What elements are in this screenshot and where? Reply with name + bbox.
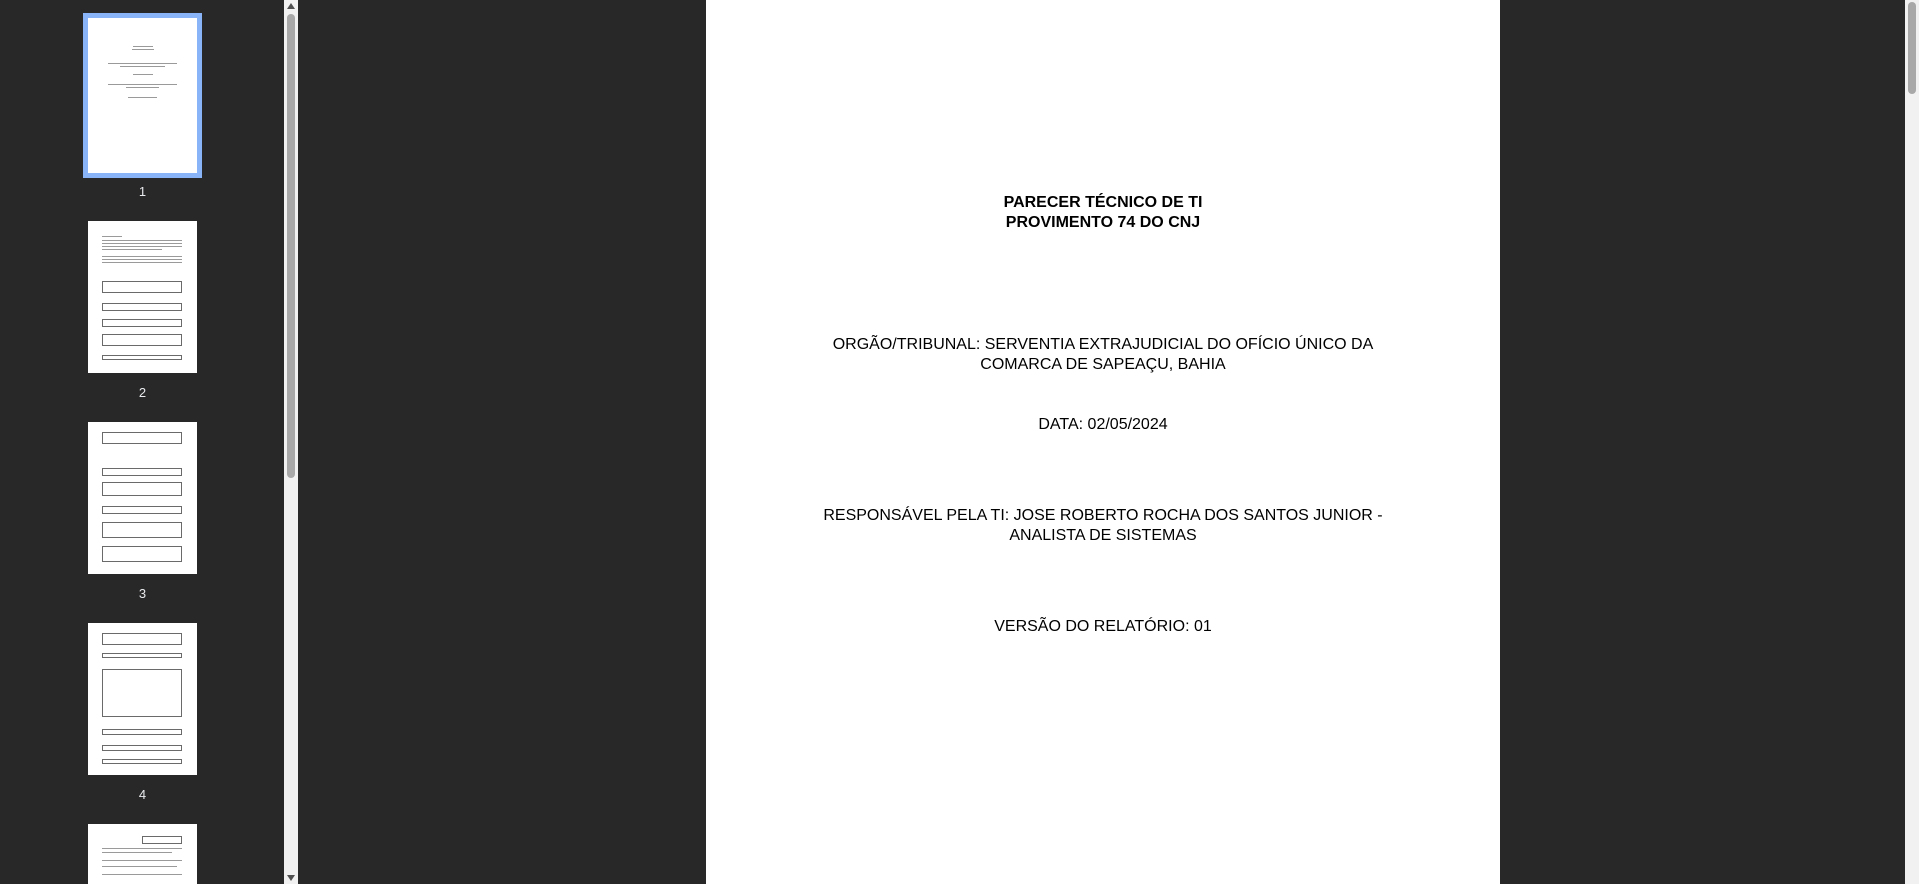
sidebar-scrollbar-thumb[interactable] [287,14,295,478]
sidebar-scrollbar[interactable] [284,0,298,884]
scroll-down-arrow-icon[interactable] [287,875,295,881]
document-view: PARECER TÉCNICO DE TI PROVIMENTO 74 DO C… [298,0,1905,884]
responsavel-line1: RESPONSÁVEL PELA TI: JOSE ROBERTO ROCHA … [823,507,1383,524]
orgao-line2: COMARCA DE SAPEAÇU, BAHIA [980,356,1226,373]
document-page-1: PARECER TÉCNICO DE TI PROVIMENTO 74 DO C… [706,0,1500,884]
page-number-label: 1 [138,184,147,199]
orgao-line1: ORGÃO/TRIBUNAL: SERVENTIA EXTRAJUDICIAL … [832,336,1374,353]
responsavel-line2: ANALISTA DE SISTEMAS [1009,527,1197,544]
page-thumbnail-5[interactable] [88,824,197,884]
document-title-line2: PROVIMENTO 74 DO CNJ [1005,214,1201,231]
page-thumbnail-3[interactable] [88,422,197,574]
main-scrollbar-thumb[interactable] [1908,2,1916,94]
main-scrollbar[interactable] [1905,0,1919,884]
scroll-up-arrow-icon[interactable] [287,3,295,9]
pdf-viewer: 1 2 3 4 PARECER TÉCNICO DE TI PROVIMENTO… [0,0,1919,884]
page-number-label: 4 [138,787,147,802]
date-text: DATA: 02/05/2024 [1038,416,1168,433]
versao-text: VERSÃO DO RELATÓRIO: 01 [994,618,1212,635]
page-thumbnail-4[interactable] [88,623,197,775]
page-number-label: 3 [138,586,147,601]
page-thumbnail-2[interactable] [88,221,197,373]
document-title-line1: PARECER TÉCNICO DE TI [1003,194,1203,211]
page-thumbnail-1[interactable] [83,13,202,178]
thumbnail-sidebar: 1 2 3 4 [0,0,284,884]
page-number-label: 2 [138,385,147,400]
